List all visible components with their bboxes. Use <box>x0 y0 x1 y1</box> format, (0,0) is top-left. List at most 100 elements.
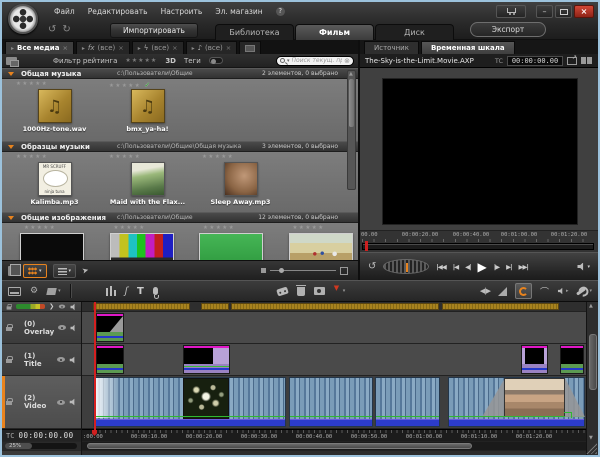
video-track-lane[interactable] <box>82 376 586 429</box>
menu-edit[interactable]: Редактировать <box>88 7 148 16</box>
voiceover-icon[interactable] <box>153 287 158 295</box>
tab-disc[interactable]: Диск <box>375 24 454 40</box>
track-header-title[interactable]: (1) Title <box>2 344 81 376</box>
audio-mixer-icon[interactable] <box>106 286 116 296</box>
eye-icon[interactable] <box>59 305 65 309</box>
video-screen[interactable] <box>382 78 578 225</box>
jog-shuttle-wheel[interactable] <box>383 259 429 274</box>
timeline-ruler[interactable]: :00.00 00:00:10.00 00:00:20.00 00:00:30.… <box>82 429 586 442</box>
quick-import-icon[interactable] <box>82 266 94 276</box>
menu-store[interactable]: Эл. магазин <box>215 7 262 16</box>
go-to-end-button[interactable]: ▶▶| <box>519 263 528 271</box>
preview-scrubber[interactable]: 00.00 00:00:20.00 00:00:40.00 00:01:00.0… <box>360 230 598 252</box>
redo-icon[interactable]: ↻ <box>62 24 70 36</box>
item-rating[interactable]: ★★★★★ <box>293 225 325 233</box>
next-marker-button[interactable]: ▶| <box>506 263 511 271</box>
go-to-start-button[interactable]: |◀◀ <box>436 263 445 271</box>
maximize-button[interactable] <box>555 5 572 18</box>
timeline-hscrollbar[interactable] <box>82 442 586 451</box>
tags-label[interactable]: Теги <box>184 57 201 65</box>
vscroll-thumb[interactable] <box>589 334 597 390</box>
audio-clip[interactable] <box>442 303 559 310</box>
collapse-icon[interactable] <box>8 216 14 220</box>
tags-toggle[interactable] <box>209 57 223 64</box>
speaker-icon[interactable] <box>71 324 77 331</box>
item-rating[interactable]: ★★★★★ <box>202 154 234 162</box>
volume-control[interactable]: ▾ <box>577 263 590 271</box>
media-item[interactable]: ★★★★★ Maid with the Flax... <box>105 154 190 212</box>
music-track-lane[interactable] <box>82 302 586 312</box>
snapshot-icon[interactable] <box>314 287 325 295</box>
loop-icon[interactable]: ↺ <box>368 261 376 272</box>
tab-source[interactable]: Источник <box>364 41 419 54</box>
zoom-out-icon[interactable] <box>261 268 266 273</box>
audio-clip[interactable] <box>201 303 229 310</box>
eye-icon[interactable] <box>57 357 65 362</box>
video-clip[interactable] <box>289 377 373 427</box>
search-box[interactable]: ▾ ⊗ <box>276 56 354 66</box>
delete-icon[interactable] <box>297 287 305 296</box>
help-icon[interactable]: ? <box>276 7 285 16</box>
lock-icon[interactable] <box>6 327 12 331</box>
library-scrollbar[interactable] <box>347 70 356 190</box>
filter-3d[interactable]: 3D <box>165 57 176 65</box>
overlay-track-lane[interactable] <box>82 312 586 344</box>
eye-icon[interactable] <box>58 325 66 330</box>
item-rating[interactable]: ★★★★★ <box>16 81 48 89</box>
close-button[interactable]: × <box>574 5 594 18</box>
video-clip[interactable] <box>375 377 440 427</box>
step-forward-button[interactable]: |▶ <box>494 263 499 271</box>
razor-icon[interactable] <box>276 286 289 296</box>
master-track-header[interactable]: ❯ <box>2 302 81 312</box>
new-tab-button[interactable] <box>239 41 261 54</box>
track-size-button[interactable]: ▾ <box>47 288 61 295</box>
title-clip[interactable] <box>521 345 548 374</box>
media-item[interactable]: ★★★★★ ✓ ♫ bmx_ya-ha! <box>105 81 190 141</box>
export-button[interactable]: Экспорт <box>470 22 546 37</box>
tab-timeline-preview[interactable]: Временная шкала <box>421 41 515 54</box>
close-tab-icon[interactable]: × <box>226 44 231 52</box>
track-header-video[interactable]: (2) Video <box>2 376 81 429</box>
close-tab-icon[interactable]: × <box>62 44 67 52</box>
scenes-icon[interactable] <box>8 266 17 276</box>
section-header-common-images[interactable]: Общие изображения c:\Пользователи\Общие … <box>2 212 358 223</box>
media-item[interactable]: ★★★★★ <box>110 225 180 260</box>
timeline-zoom-bar[interactable]: 25% <box>2 442 81 451</box>
search-input[interactable] <box>292 57 343 64</box>
item-rating[interactable]: ★★★★★ <box>24 225 56 233</box>
store-cart-icon[interactable] <box>496 5 526 18</box>
magnetic-snap-button[interactable] <box>515 283 532 299</box>
media-item[interactable]: ★★★★★ MR SCRUFF ninja tuna Kalimba.mp3 <box>12 154 97 212</box>
tab-movie[interactable]: Фильм <box>295 24 374 40</box>
scorefitter-icon[interactable]: ʃ <box>125 286 128 297</box>
item-rating[interactable]: ★★★★★ <box>114 225 146 233</box>
track-header-overlay[interactable]: (0) Overlay <box>2 312 81 344</box>
close-tab-icon[interactable]: × <box>118 44 123 52</box>
minimize-button[interactable]: – <box>536 5 553 18</box>
library-tab-all-media[interactable]: ▸ Все медиа × <box>5 41 74 54</box>
timeline-vscrollbar[interactable]: ▲ ▼ <box>586 302 598 455</box>
grid-view-button[interactable]: ▾ <box>23 264 47 278</box>
speaker-icon[interactable] <box>70 356 77 363</box>
tab-library[interactable]: Библиотека <box>215 24 294 40</box>
eye-icon[interactable] <box>57 400 65 405</box>
dual-view-icon[interactable] <box>581 57 593 65</box>
import-button[interactable]: Импортировать <box>110 23 198 38</box>
overlay-clip[interactable] <box>96 313 124 342</box>
hscroll-thumb[interactable] <box>87 443 472 449</box>
zoom-in-icon[interactable] <box>340 267 348 275</box>
undock-icon[interactable] <box>567 57 577 65</box>
expand-arrow-icon[interactable]: ▸ <box>192 45 195 52</box>
advanced-settings-button[interactable]: ▾ <box>576 288 592 294</box>
item-rating[interactable]: ★★★★★ ✓ <box>109 81 150 89</box>
item-rating[interactable]: ★★★★★ <box>16 154 48 162</box>
transition-wedge[interactable] <box>482 378 505 417</box>
close-tab-icon[interactable]: × <box>172 44 177 52</box>
rating-stars[interactable]: ★★★★★ <box>125 57 157 64</box>
library-tab-transitions[interactable]: ▸ ϟ (все) × <box>132 41 184 54</box>
expand-arrow-icon[interactable]: ▸ <box>11 45 14 52</box>
title-clip[interactable] <box>560 345 584 374</box>
zoom-slider-track[interactable] <box>270 270 336 271</box>
media-item[interactable]: ★★★★★ <box>199 225 269 260</box>
menu-setup[interactable]: Настроить <box>161 7 203 16</box>
